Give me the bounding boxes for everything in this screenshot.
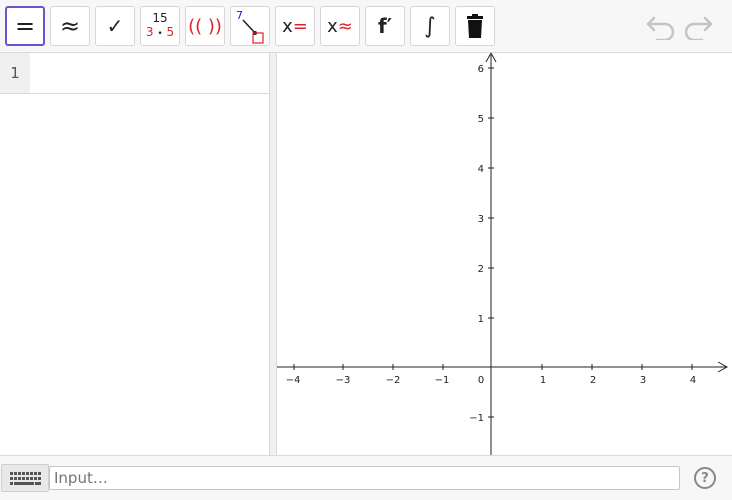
factor-left-label: 3: [145, 25, 154, 39]
integral-button[interactable]: ∫: [410, 6, 450, 46]
input-field[interactable]: [49, 466, 680, 490]
coordinate-axes: −4 −3 −2 −1 0 1 2 3 4 6 5 4 3 2 1 −1: [277, 53, 729, 455]
trash-icon: [467, 14, 483, 38]
row-number: 1: [0, 53, 30, 93]
factor-top-label: 15: [152, 11, 168, 25]
keyboard-icon: [10, 472, 41, 485]
x-tick-label: −4: [286, 375, 301, 386]
solve-x-label: x: [282, 15, 293, 37]
y-tick-label: 4: [478, 164, 484, 175]
keep-input-button[interactable]: ✓: [95, 6, 135, 46]
cas-row-input[interactable]: [30, 53, 269, 93]
x-tick-label: −3: [336, 375, 351, 386]
help-icon[interactable]: ?: [694, 467, 716, 489]
numeric-label: ≈: [59, 12, 81, 40]
redo-icon[interactable]: [682, 12, 714, 40]
cas-view: 1: [0, 53, 269, 455]
nsolve-x-label: x: [327, 15, 338, 37]
y-tick-label: −1: [469, 413, 484, 424]
expand-label: (( )): [188, 15, 222, 37]
expand-button[interactable]: (( )): [185, 6, 225, 46]
evaluate-button[interactable]: =: [5, 6, 45, 46]
y-tick-label: 3: [478, 214, 484, 225]
substitute-icon: [242, 19, 264, 44]
x-tick-label: 3: [640, 375, 646, 386]
integral-label: ∫: [424, 13, 436, 39]
origin-label: 0: [478, 375, 484, 386]
y-tick-label: 2: [478, 264, 484, 275]
cas-toolbar: = ≈ ✓ 15 3 • 5 (( )) 7 x = x ≈ f′ ∫: [0, 0, 732, 53]
keyboard-button[interactable]: [1, 464, 49, 492]
x-tick-label: 2: [590, 375, 596, 386]
x-tick-label: −1: [435, 375, 450, 386]
solve-button[interactable]: x =: [275, 6, 315, 46]
y-tick-label: 6: [478, 64, 484, 75]
delete-button[interactable]: [455, 6, 495, 46]
factor-dot-label: •: [157, 29, 163, 39]
numeric-solve-button[interactable]: x ≈: [320, 6, 360, 46]
factor-right-label: 5: [166, 25, 175, 39]
undo-icon[interactable]: [645, 12, 677, 40]
y-tick-label: 5: [478, 114, 484, 125]
x-tick-label: 1: [540, 375, 546, 386]
x-tick-label: 4: [690, 375, 696, 386]
substitute-button[interactable]: 7: [230, 6, 270, 46]
numeric-button[interactable]: ≈: [50, 6, 90, 46]
y-tick-label: 1: [478, 314, 484, 325]
factor-button[interactable]: 15 3 • 5: [140, 6, 180, 46]
nsolve-eq-label: ≈: [337, 15, 353, 37]
derivative-label: f′: [378, 14, 392, 38]
view-splitter[interactable]: [269, 53, 277, 455]
x-tick-label: −2: [386, 375, 401, 386]
evaluate-label: =: [14, 12, 36, 40]
cas-row: 1: [0, 53, 269, 94]
derivative-button[interactable]: f′: [365, 6, 405, 46]
solve-eq-label: =: [292, 15, 308, 37]
check-icon: ✓: [106, 14, 124, 38]
input-bar: ?: [0, 455, 732, 500]
graphics-view[interactable]: −4 −3 −2 −1 0 1 2 3 4 6 5 4 3 2 1 −1: [277, 53, 732, 455]
factor-bottom-label: 3 • 5: [146, 25, 174, 41]
